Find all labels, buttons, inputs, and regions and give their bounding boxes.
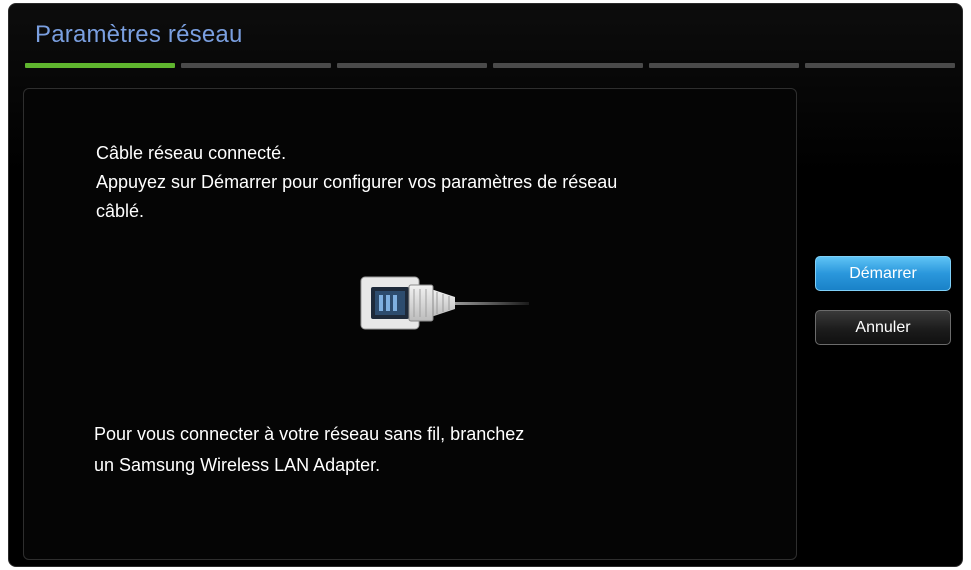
start-button[interactable]: Démarrer [815, 256, 951, 291]
ethernet-cable-icon [360, 276, 529, 330]
step-indicator-6 [805, 63, 955, 68]
wireless-line-1: Pour vous connecter à votre réseau sans … [94, 424, 525, 444]
step-indicator-1 [25, 63, 175, 68]
action-buttons: Démarrer Annuler [815, 256, 951, 364]
content-panel: Câble réseau connecté. Appuyez sur Démar… [23, 88, 797, 560]
step-progress-bar [25, 63, 955, 68]
step-indicator-4 [493, 63, 643, 68]
cancel-button[interactable]: Annuler [815, 310, 951, 345]
wireless-adapter-message: Pour vous connecter à votre réseau sans … [94, 419, 714, 481]
step-indicator-2 [181, 63, 331, 68]
page-title: Paramètres réseau [35, 21, 243, 48]
wireless-line-2: un Samsung Wireless LAN Adapter. [94, 455, 381, 475]
cable-connected-text: Câble réseau connecté. [96, 143, 287, 163]
cable-status-message: Câble réseau connecté. Appuyez sur Démar… [96, 139, 776, 226]
step-indicator-3 [337, 63, 487, 68]
step-indicator-5 [649, 63, 799, 68]
start-instruction-text-cont: câblé. [96, 201, 145, 221]
network-settings-window: Paramètres réseau Câble réseau connecté.… [8, 3, 963, 567]
start-instruction-text: Appuyez sur Démarrer pour configurer vos… [96, 172, 618, 192]
